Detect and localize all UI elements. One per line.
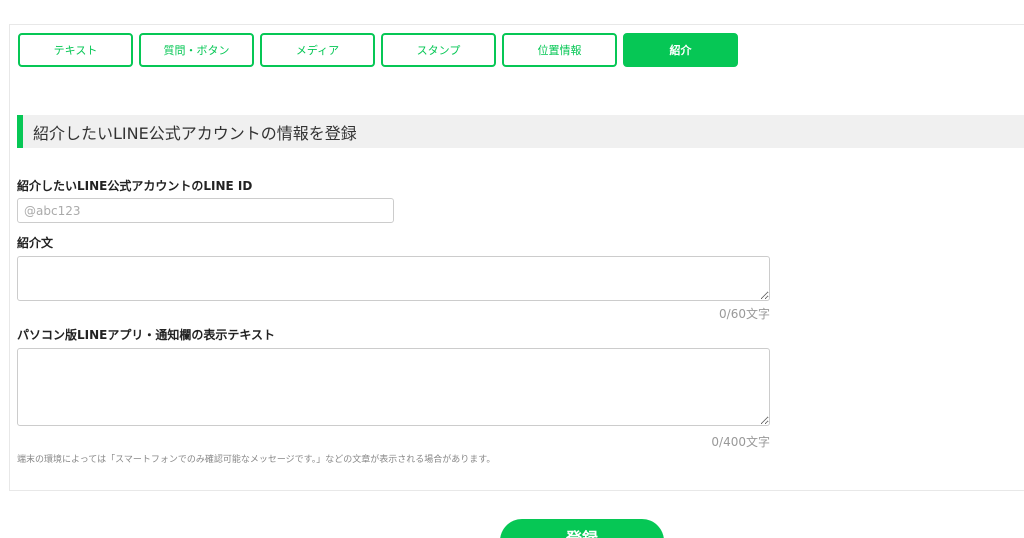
intro-text-counter: 0/60文字: [719, 307, 770, 321]
environment-note: 端末の環境によっては「スマートフォンでのみ確認可能なメッセージです。」などの文章…: [17, 455, 496, 465]
tab-text[interactable]: テキスト: [18, 33, 133, 67]
register-button[interactable]: 登録: [500, 519, 664, 538]
tab-sticker[interactable]: スタンプ: [381, 33, 496, 67]
pc-display-text-textarea[interactable]: [17, 348, 770, 426]
message-type-tabs: テキスト 質問・ボタン メディア スタンプ 位置情報 紹介: [18, 33, 744, 67]
line-id-label: 紹介したいLINE公式アカウントのLINE ID: [17, 179, 253, 193]
tab-introduction[interactable]: 紹介: [623, 33, 738, 67]
tab-location[interactable]: 位置情報: [502, 33, 617, 67]
tab-media[interactable]: メディア: [260, 33, 375, 67]
tab-question-button[interactable]: 質問・ボタン: [139, 33, 254, 67]
section-accent-bar: [17, 115, 23, 148]
intro-text-label: 紹介文: [17, 236, 54, 250]
pc-display-text-label: パソコン版LINEアプリ・通知欄の表示テキスト: [17, 328, 275, 342]
intro-text-textarea[interactable]: [17, 256, 770, 301]
page: テキスト 質問・ボタン メディア スタンプ 位置情報 紹介 紹介したいLINE公…: [0, 0, 1024, 538]
section-header: 紹介したいLINE公式アカウントの情報を登録: [17, 115, 1024, 148]
pc-display-text-counter: 0/400文字: [711, 435, 770, 449]
line-id-input[interactable]: [17, 198, 394, 223]
section-title: 紹介したいLINE公式アカウントの情報を登録: [33, 123, 357, 143]
